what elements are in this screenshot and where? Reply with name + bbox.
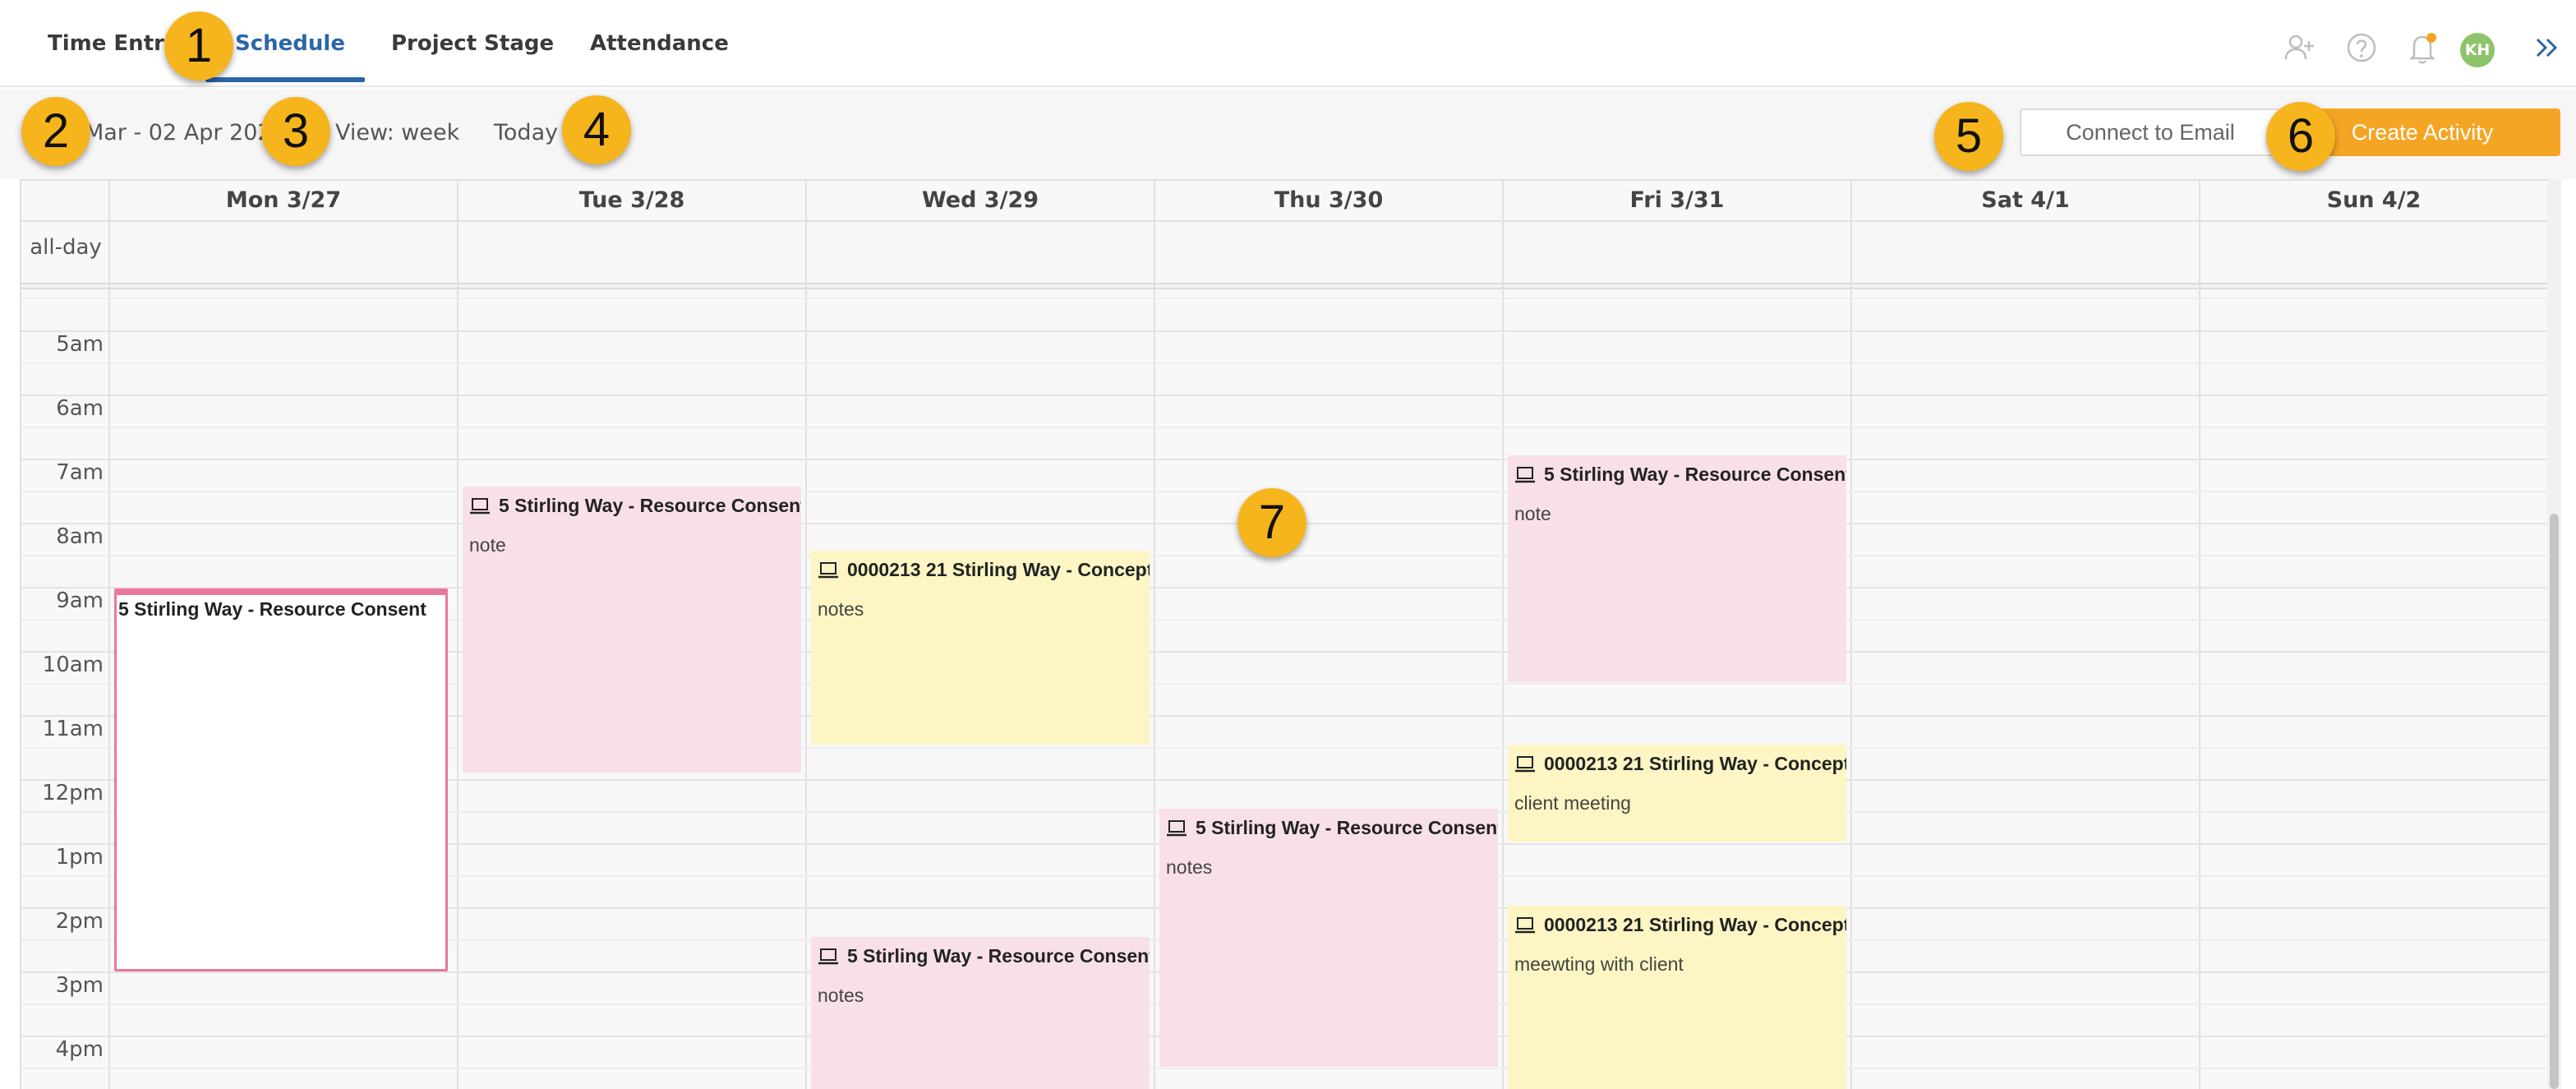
laptop-icon bbox=[1515, 755, 1535, 772]
event-title: 5 Stirling Way - Resource Consent bbox=[469, 495, 801, 517]
today-button[interactable]: Today bbox=[494, 120, 558, 145]
laptop-icon bbox=[818, 948, 838, 964]
grid-column-line bbox=[108, 181, 110, 1089]
marker-7: 7 bbox=[1237, 488, 1306, 557]
day-header-sat: Sat 4/1 bbox=[1852, 181, 2200, 220]
time-label: 3pm bbox=[55, 973, 104, 998]
laptop-icon bbox=[470, 497, 490, 514]
day-header-mon: Mon 3/27 bbox=[110, 181, 459, 220]
marker-3: 3 bbox=[261, 97, 330, 166]
grid-row-line bbox=[21, 362, 2561, 364]
event-note: note bbox=[469, 534, 506, 556]
help-icon[interactable] bbox=[2345, 31, 2378, 67]
event-title: 5 Stirling Way - Resource Consent bbox=[818, 945, 1150, 967]
event-title: 0000213 21 Stirling Way - Concept bbox=[1514, 914, 1846, 936]
time-label: 2pm bbox=[55, 909, 104, 934]
grid-column-line bbox=[1502, 181, 1504, 1089]
grid-row-line bbox=[21, 459, 2561, 460]
event-note: client meeting bbox=[1514, 792, 1631, 814]
event-title: 0000213 21 Stirling Way - Concept bbox=[818, 559, 1150, 581]
time-label: 4pm bbox=[55, 1037, 104, 1062]
time-label: 12pm bbox=[42, 781, 104, 805]
calendar-scrollbar-thumb[interactable] bbox=[2550, 514, 2559, 1089]
day-header-thu: Thu 3/30 bbox=[1155, 181, 1504, 220]
grid-column-line bbox=[1850, 181, 1852, 1089]
time-label: 9am bbox=[56, 588, 104, 613]
grid-column-line bbox=[2199, 181, 2200, 1089]
calendar-event[interactable]: 0000213 21 Stirling Way - Concept notes bbox=[811, 551, 1150, 745]
grid-row-line bbox=[21, 427, 2561, 428]
connect-to-email-button[interactable]: Connect to Email bbox=[2020, 108, 2281, 156]
user-avatar[interactable]: KH bbox=[2460, 33, 2495, 67]
event-note: meewting with client bbox=[1514, 953, 1684, 975]
grid-column-line bbox=[457, 181, 459, 1089]
calendar-event[interactable]: 5 Stirling Way - Resource Consent notes bbox=[1159, 809, 1498, 1067]
calendar-event[interactable]: 0000213 21 Stirling Way - Concept meewti… bbox=[1508, 906, 1846, 1089]
calendar-event[interactable]: 0000213 21 Stirling Way - Concept client… bbox=[1508, 745, 1846, 842]
top-navigation: Time Entries Schedule Project Stage Atte… bbox=[0, 0, 2576, 87]
day-header-tue: Tue 3/28 bbox=[459, 181, 807, 220]
add-user-icon[interactable] bbox=[2283, 31, 2316, 67]
grid-row-line bbox=[21, 1068, 2561, 1069]
tab-schedule[interactable]: Schedule bbox=[235, 31, 345, 56]
marker-2: 2 bbox=[21, 97, 90, 166]
all-day-divider bbox=[21, 283, 2561, 289]
grid-row-line bbox=[21, 395, 2561, 396]
laptop-icon bbox=[1515, 466, 1535, 482]
grid-row-line bbox=[21, 330, 2561, 332]
header-divider bbox=[21, 220, 2561, 222]
event-note: notes bbox=[818, 985, 864, 1006]
view-selector[interactable]: View: week bbox=[335, 120, 459, 145]
grid-column-line bbox=[1154, 181, 1155, 1089]
expand-icon[interactable] bbox=[2532, 31, 2562, 67]
laptop-icon bbox=[818, 561, 838, 578]
calendar-event[interactable]: 5 Stirling Way - Resource Consent notes bbox=[811, 937, 1150, 1089]
grid-row-line bbox=[21, 298, 2561, 299]
grid-row-line bbox=[21, 555, 2561, 556]
tab-attendance[interactable]: Attendance bbox=[590, 31, 729, 56]
time-label: 6am bbox=[56, 396, 104, 421]
event-title: 5 Stirling Way - Resource Consent bbox=[1166, 817, 1498, 839]
calendar-event[interactable]: 5 Stirling Way - Resource Consent note bbox=[463, 487, 801, 773]
grid-row-line bbox=[21, 491, 2561, 492]
calendar-event[interactable]: 5 Stirling Way - Resource Consent bbox=[114, 588, 448, 971]
time-label: 11am bbox=[42, 717, 104, 741]
time-label: 10am bbox=[42, 653, 104, 677]
all-day-label: all-day bbox=[30, 235, 102, 260]
time-label: 5am bbox=[56, 332, 104, 357]
calendar-event[interactable]: 5 Stirling Way - Resource Consent note bbox=[1508, 455, 1846, 682]
time-label: 7am bbox=[56, 460, 104, 485]
calendar-toolbar: 27 Mar - 02 Apr 2023 View: week Today Co… bbox=[0, 89, 2576, 179]
bell-icon[interactable] bbox=[2406, 31, 2439, 69]
marker-6: 6 bbox=[2266, 102, 2335, 171]
day-header-sun: Sun 4/2 bbox=[2200, 181, 2549, 220]
time-label: 1pm bbox=[55, 845, 104, 870]
event-note: notes bbox=[818, 598, 864, 620]
laptop-icon bbox=[1167, 819, 1187, 836]
time-label: 8am bbox=[56, 524, 104, 549]
event-note: note bbox=[1514, 503, 1551, 524]
day-header-fri: Fri 3/31 bbox=[1504, 181, 1852, 220]
tab-project-stage[interactable]: Project Stage bbox=[391, 31, 554, 56]
event-title: 5 Stirling Way - Resource Consent bbox=[118, 598, 426, 620]
marker-4: 4 bbox=[562, 95, 631, 164]
event-note: notes bbox=[1166, 856, 1213, 878]
laptop-icon bbox=[1515, 916, 1535, 933]
marker-1: 1 bbox=[164, 12, 233, 81]
active-tab-indicator bbox=[205, 77, 365, 82]
grid-column-line bbox=[805, 181, 807, 1089]
week-calendar: Mon 3/27 Tue 3/28 Wed 3/29 Thu 3/30 Fri … bbox=[20, 179, 2561, 1089]
event-title: 5 Stirling Way - Resource Consent bbox=[1514, 464, 1846, 486]
marker-5: 5 bbox=[1934, 102, 2003, 171]
event-title: 0000213 21 Stirling Way - Concept bbox=[1514, 753, 1846, 775]
day-header-wed: Wed 3/29 bbox=[807, 181, 1155, 220]
